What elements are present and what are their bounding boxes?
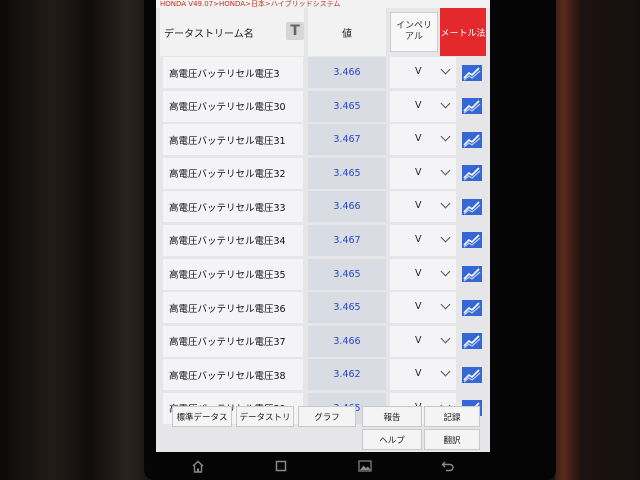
unit-label: V (415, 99, 422, 111)
recent-apps-icon[interactable] (261, 454, 301, 478)
chevron-down-icon[interactable] (440, 165, 451, 176)
datastream-value: 3.466 (308, 57, 386, 88)
datastream-value: 3.462 (308, 359, 386, 391)
trend-chart-icon[interactable] (458, 91, 486, 122)
datastream-value: 3.467 (308, 124, 386, 156)
breadcrumb: HONDA V49.07>HONDA>日本>ハイブリッドシステム (156, 0, 490, 8)
table-row[interactable]: 高電圧バッテリセル電圧32 3.465 V (160, 157, 486, 191)
graph-button[interactable]: グラフ (298, 406, 356, 427)
imperial-units-button[interactable]: インペリアル (390, 12, 438, 52)
table-row[interactable]: 高電圧バッテリセル電圧35 3.465 V (160, 258, 486, 292)
trend-chart-icon[interactable] (458, 359, 486, 390)
trend-chart-icon[interactable] (458, 191, 486, 222)
unit-selector[interactable]: V (390, 157, 456, 189)
datastream-name: 高電圧バッテリセル電圧32 (163, 157, 303, 189)
datastream-button[interactable]: データストリ (236, 406, 294, 427)
chevron-down-icon[interactable] (440, 266, 451, 277)
trend-chart-icon[interactable] (458, 57, 486, 88)
trend-chart-icon[interactable] (458, 225, 486, 256)
datastream-name: 高電圧バッテリセル電圧31 (163, 124, 303, 156)
unit-label: V (415, 368, 422, 380)
chevron-down-icon[interactable] (440, 232, 451, 243)
datastream-name: 高電圧バッテリセル電圧37 (163, 325, 303, 357)
table-header: データストリーム名 T 値 インペリアル メートル法 (160, 8, 486, 56)
standard-data-button[interactable]: 標準データス (172, 406, 232, 427)
background-right (555, 0, 640, 480)
table-row[interactable]: 高電圧バッテリセル電圧3 3.466 V (160, 56, 486, 90)
unit-label: V (415, 166, 422, 178)
unit-label: V (415, 133, 422, 145)
table-row[interactable]: 高電圧バッテリセル電圧38 3.462 V (160, 358, 486, 392)
datastream-value: 3.465 (308, 292, 386, 324)
home-icon[interactable] (178, 454, 218, 478)
chevron-down-icon[interactable] (440, 131, 451, 142)
chevron-down-icon[interactable] (440, 333, 451, 344)
table-row[interactable]: 高電圧バッテリセル電圧36 3.465 V (160, 291, 486, 325)
datastream-name: 高電圧バッテリセル電圧36 (163, 292, 303, 324)
unit-selector[interactable]: V (390, 191, 456, 223)
android-nav-bar (156, 452, 490, 480)
unit-selector[interactable]: V (390, 359, 456, 391)
translate-button[interactable]: 翻訳 (424, 429, 480, 450)
column-header-name: データストリーム名 (160, 8, 304, 56)
datastream-value: 3.465 (308, 157, 386, 189)
unit-selector[interactable]: V (390, 224, 456, 256)
background-left (0, 0, 150, 480)
text-size-icon[interactable]: T (286, 22, 304, 40)
datastream-value: 3.466 (308, 325, 386, 357)
unit-label: V (415, 233, 422, 245)
unit-selector[interactable]: V (390, 325, 456, 357)
back-icon[interactable] (428, 454, 468, 478)
datastream-value: 3.465 (308, 90, 386, 122)
chevron-down-icon[interactable] (440, 98, 451, 109)
datastream-name: 高電圧バッテリセル電圧3 (163, 57, 303, 88)
record-button[interactable]: 記録 (424, 406, 480, 427)
gallery-icon[interactable] (345, 454, 385, 478)
unit-selector[interactable]: V (390, 57, 456, 88)
tablet-screen: HONDA V49.07>HONDA>日本>ハイブリッドシステム データストリー… (156, 0, 490, 452)
datastream-name: 高電圧バッテリセル電圧35 (163, 258, 303, 290)
trend-chart-icon[interactable] (458, 124, 486, 155)
trend-chart-icon[interactable] (458, 326, 486, 357)
chevron-down-icon[interactable] (440, 198, 451, 209)
unit-label: V (415, 200, 422, 212)
datastream-name: 高電圧バッテリセル電圧30 (163, 90, 303, 122)
datastream-list: 高電圧バッテリセル電圧3 3.466 V 高電圧バッテリセル電圧30 3.465 V 高電圧… (160, 56, 486, 426)
datastream-value: 3.465 (308, 258, 386, 290)
chevron-down-icon[interactable] (440, 64, 451, 75)
table-row[interactable]: 高電圧バッテリセル電圧33 3.466 V (160, 190, 486, 224)
unit-label: V (415, 334, 422, 346)
trend-chart-icon[interactable] (458, 158, 486, 189)
table-row[interactable]: 高電圧バッテリセル電圧34 3.467 V (160, 224, 486, 258)
column-header-value: 値 (308, 8, 386, 56)
report-button[interactable]: 報告 (362, 406, 422, 427)
trend-chart-icon[interactable] (458, 292, 486, 323)
unit-selector[interactable]: V (390, 90, 456, 122)
bottom-toolbar: 標準データス データストリ グラフ 報告 記録 ヘルプ 翻訳 (156, 400, 490, 452)
unit-label: V (415, 66, 422, 77)
help-button[interactable]: ヘルプ (362, 429, 422, 450)
datastream-value: 3.467 (308, 224, 386, 256)
unit-selector[interactable]: V (390, 258, 456, 290)
datastream-name: 高電圧バッテリセル電圧33 (163, 191, 303, 223)
metric-units-button[interactable]: メートル法 (440, 8, 486, 56)
table-row[interactable]: 高電圧バッテリセル電圧31 3.467 V (160, 123, 486, 157)
trend-chart-icon[interactable] (458, 259, 486, 290)
datastream-value: 3.466 (308, 191, 386, 223)
table-row[interactable]: 高電圧バッテリセル電圧30 3.465 V (160, 90, 486, 124)
chevron-down-icon[interactable] (440, 299, 451, 310)
chevron-down-icon[interactable] (440, 366, 451, 377)
datastream-name: 高電圧バッテリセル電圧38 (163, 359, 303, 391)
unit-label: V (415, 267, 422, 279)
table-row[interactable]: 高電圧バッテリセル電圧37 3.466 V (160, 325, 486, 359)
unit-label: V (415, 301, 422, 313)
unit-selector[interactable]: V (390, 124, 456, 156)
datastream-name: 高電圧バッテリセル電圧34 (163, 224, 303, 256)
unit-selector[interactable]: V (390, 292, 456, 324)
